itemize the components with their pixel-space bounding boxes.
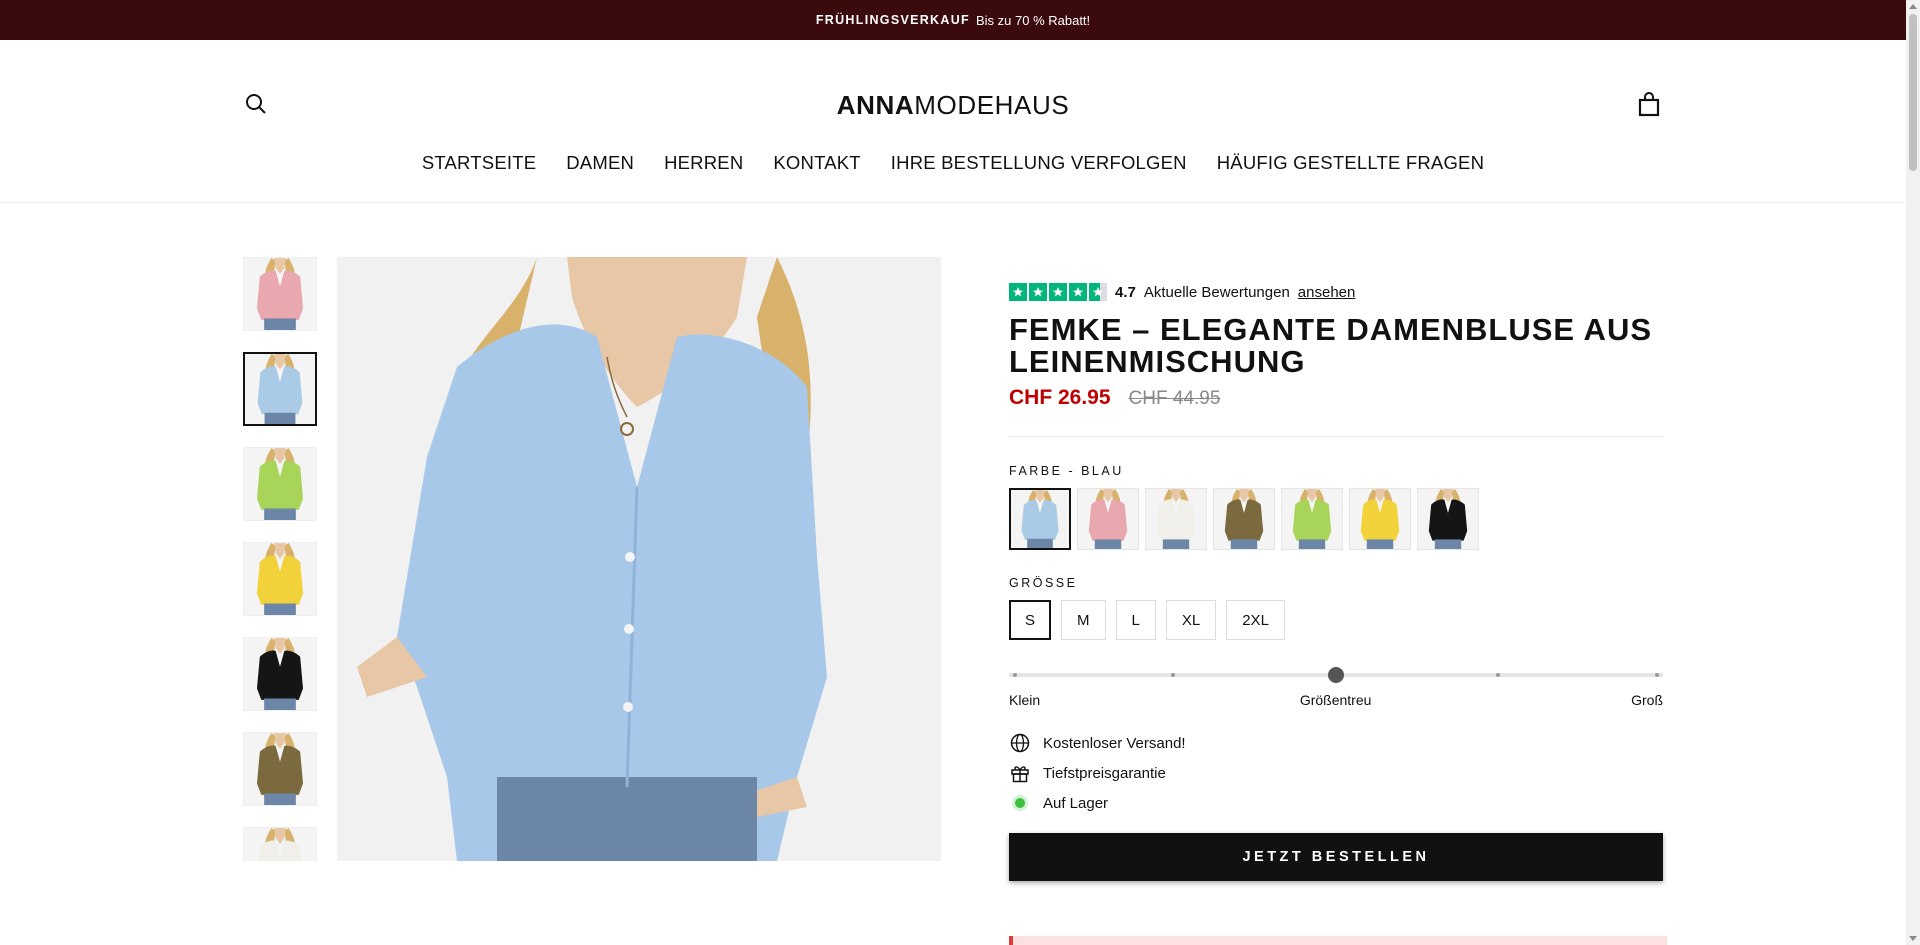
globe-icon <box>1009 732 1031 754</box>
scroll-up-icon[interactable] <box>1909 4 1917 9</box>
color-swatch-7[interactable] <box>1417 488 1479 550</box>
thumbnail-6[interactable] <box>243 732 317 806</box>
trustpilot-stars-icon <box>1009 283 1107 301</box>
main-nav: STARTSEITE DAMEN HERREN KONTAKT IHRE BES… <box>0 152 1906 174</box>
logo-bold: ANNA <box>836 90 915 120</box>
feature-stock: Auf Lager <box>1009 788 1663 818</box>
feature-shipping: Kostenloser Versand! <box>1009 728 1663 758</box>
feature-price-guarantee: Tiefstpreisgarantie <box>1009 758 1663 788</box>
fit-label-center: Größentreu <box>1299 692 1372 708</box>
size-option-2xl[interactable]: 2XL <box>1226 600 1285 640</box>
fit-dot <box>1655 673 1659 677</box>
page-scrollbar[interactable] <box>1906 0 1920 945</box>
stock-dot-icon <box>1009 792 1031 814</box>
size-option-l[interactable]: L <box>1115 600 1156 640</box>
color-swatch-1[interactable] <box>1009 488 1071 550</box>
thumbnail-3[interactable] <box>243 447 317 521</box>
thumbnail-5[interactable] <box>243 637 317 711</box>
scroll-down-icon[interactable] <box>1909 936 1917 941</box>
main-product-image <box>337 257 941 861</box>
sale-price: CHF 26.95 <box>1009 386 1111 409</box>
color-label: FARBE - BLAU <box>1009 464 1124 478</box>
fit-dot <box>1496 673 1500 677</box>
thumbnail-1[interactable] <box>243 257 317 331</box>
nav-faq[interactable]: HÄUFIG GESTELLTE FRAGEN <box>1217 152 1484 174</box>
site-logo[interactable]: ANNAMODEHAUS <box>0 90 1906 121</box>
color-swatches <box>1009 488 1663 550</box>
site-header: ANNAMODEHAUS STARTSEITE DAMEN HERREN KON… <box>0 40 1906 203</box>
feature-text: Tiefstpreisgarantie <box>1043 764 1166 782</box>
size-selector: S M L XL 2XL <box>1009 600 1663 640</box>
rating-link[interactable]: ansehen <box>1298 284 1356 301</box>
announcement-bar: FRÜHLINGSVERKAUF Bis zu 70 % Rabatt! <box>0 0 1906 40</box>
announcement-text: Bis zu 70 % Rabatt! <box>975 12 1091 28</box>
fit-dot <box>1013 673 1017 677</box>
size-label: GRÖSSE <box>1009 576 1078 590</box>
gift-icon <box>1009 762 1031 784</box>
nav-kontakt[interactable]: KONTAKT <box>773 152 860 174</box>
rating-score: 4.7 <box>1115 283 1136 301</box>
nav-startseite[interactable]: STARTSEITE <box>422 152 536 174</box>
size-option-m[interactable]: M <box>1061 600 1106 640</box>
shopping-bag-icon[interactable] <box>1636 92 1662 118</box>
color-swatch-4[interactable] <box>1213 488 1275 550</box>
nav-damen[interactable]: DAMEN <box>566 152 634 174</box>
size-option-s[interactable]: S <box>1009 600 1052 640</box>
fit-label-left: Klein <box>1009 692 1041 708</box>
product-title: FEMKE – ELEGANTE DAMENBLUSE AUS LEINENMI… <box>1009 312 1653 379</box>
thumbnail-4[interactable] <box>243 542 317 616</box>
color-swatch-6[interactable] <box>1349 488 1411 550</box>
feature-text: Auf Lager <box>1043 794 1109 812</box>
nav-herren[interactable]: HERREN <box>664 152 743 174</box>
order-button[interactable]: JETZT BESTELLEN <box>1009 833 1663 881</box>
thumbnail-2[interactable] <box>243 352 317 426</box>
divider <box>1009 436 1663 437</box>
announcement-bold: FRÜHLINGSVERKAUF <box>815 13 970 27</box>
fit-indicator <box>1328 667 1344 683</box>
product-info: 4.7 Aktuelle Bewertungen ansehen FEMKE –… <box>1009 282 1663 881</box>
rating-text: Aktuelle Bewertungen <box>1143 283 1290 301</box>
rating-row: 4.7 Aktuelle Bewertungen ansehen <box>1009 282 1663 302</box>
alert-box <box>1009 936 1667 945</box>
color-swatch-2[interactable] <box>1077 488 1139 550</box>
color-swatch-3[interactable] <box>1145 488 1207 550</box>
logo-rest: MODEHAUS <box>914 90 1070 120</box>
color-swatch-5[interactable] <box>1281 488 1343 550</box>
original-price: CHF 44.95 <box>1128 388 1221 409</box>
scroll-thumb[interactable] <box>1909 14 1917 171</box>
fit-label-right: Groß <box>1631 692 1663 708</box>
fit-scale: Klein Größentreu Groß <box>1009 664 1663 708</box>
thumbnail-gallery <box>243 257 321 861</box>
fit-dot <box>1171 673 1175 677</box>
price-row: CHF 26.95 CHF 44.95 <box>1009 386 1663 410</box>
feature-list: Kostenloser Versand! Tiefstpreisgarantie… <box>1009 728 1663 818</box>
size-option-xl[interactable]: XL <box>1165 600 1217 640</box>
nav-bestellung-verfolgen[interactable]: IHRE BESTELLUNG VERFOLGEN <box>891 152 1187 174</box>
thumbnail-7[interactable] <box>243 827 317 861</box>
feature-text: Kostenloser Versand! <box>1043 734 1186 752</box>
